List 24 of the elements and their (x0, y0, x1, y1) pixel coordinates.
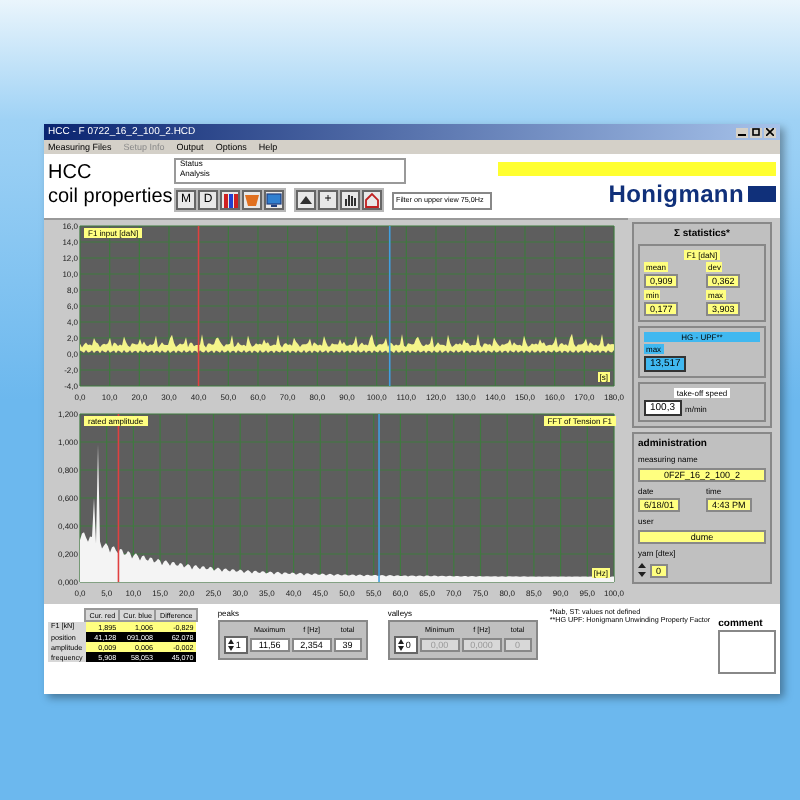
maximize-button[interactable] (750, 127, 762, 137)
close-button[interactable] (764, 127, 776, 137)
spinner-icon[interactable] (397, 638, 404, 652)
app-title: coil properties (48, 186, 168, 210)
minimize-button[interactable] (736, 127, 748, 137)
monitor-button[interactable] (264, 190, 284, 210)
app-title: HCC (48, 162, 94, 186)
comment-field[interactable] (718, 630, 776, 674)
spinner-icon[interactable] (638, 562, 646, 578)
caret-up-icon (298, 192, 314, 208)
bucket-button[interactable] (242, 190, 262, 210)
bars-button[interactable] (220, 190, 240, 210)
spinner-icon[interactable] (227, 638, 234, 652)
home-icon (364, 192, 380, 208)
home-button[interactable] (362, 190, 382, 210)
logo-block (748, 186, 776, 202)
monitor-icon (266, 192, 282, 208)
up-button[interactable] (296, 190, 316, 210)
bucket-icon (244, 192, 260, 208)
cursor-line[interactable] (117, 413, 120, 583)
cursor-line[interactable] (388, 225, 391, 387)
cursor-line[interactable] (197, 225, 200, 387)
bars-icon (222, 192, 238, 208)
logo-text: Honigmann (608, 180, 744, 208)
